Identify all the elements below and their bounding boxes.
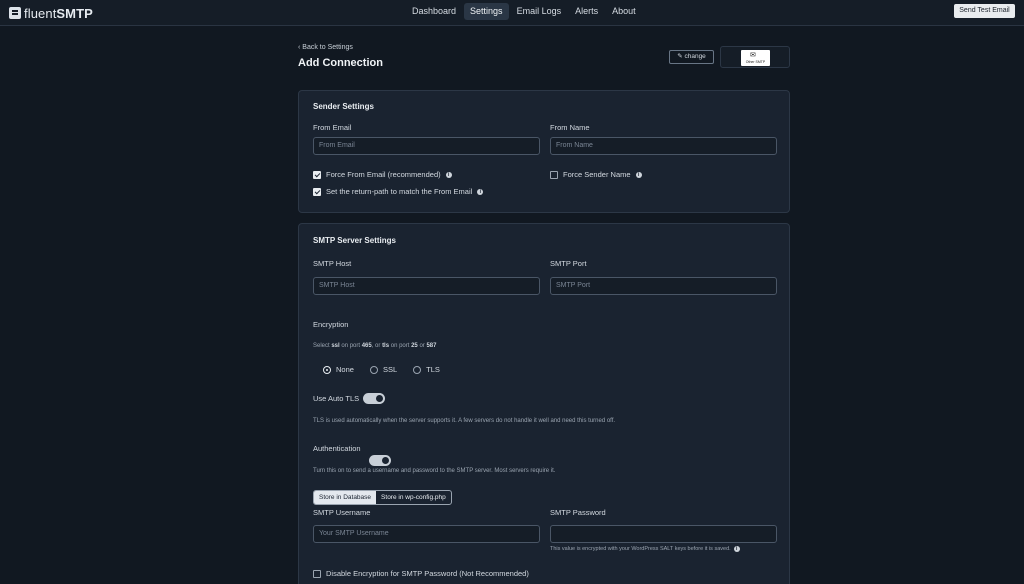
envelope-icon: ✉ [750, 52, 756, 59]
brand-logo[interactable]: fluentSMTP [9, 5, 93, 21]
from-email-input[interactable]: From Email [313, 137, 540, 155]
brand-name: fluentSMTP [24, 5, 93, 21]
encryption-hint: Select ssl on port 465, or tls on port 2… [313, 343, 437, 349]
send-test-email-button[interactable]: Send Test Email [954, 4, 1015, 18]
checkbox-unchecked-icon [313, 569, 321, 578]
checkbox-checked-icon [313, 170, 321, 179]
authentication-toggle[interactable] [369, 455, 391, 466]
info-icon[interactable]: i [635, 171, 642, 178]
top-bar: fluentSMTP Dashboard Settings Email Logs… [0, 0, 1024, 26]
sender-settings-title: Sender Settings [313, 102, 374, 111]
info-icon[interactable]: i [445, 171, 452, 178]
change-label: change [684, 53, 706, 60]
provider-badge: ✉ Other SMTP [720, 46, 790, 68]
radio-label: SSL [382, 365, 398, 374]
smtp-host-input[interactable]: SMTP Host [313, 277, 540, 295]
page-title: Add Connection [298, 57, 383, 69]
checkbox-unchecked-icon [550, 170, 558, 179]
back-link-label: Back to Settings [302, 44, 353, 51]
encryption-tls-radio[interactable]: TLS [413, 365, 440, 374]
back-to-settings-link[interactable]: ‹ Back to Settings [298, 44, 353, 51]
auto-tls-label: Use Auto TLS [313, 394, 360, 403]
radio-label: None [336, 365, 354, 374]
authentication-hint: Turn this on to send a username and pass… [313, 468, 556, 474]
force-sender-name-checkbox[interactable]: Force Sender Name i [550, 170, 642, 179]
smtp-port-label: SMTP Port [550, 259, 587, 268]
from-name-label: From Name [550, 123, 590, 132]
force-from-email-checkbox[interactable]: Force From Email (recommended) i [313, 170, 452, 179]
force-from-email-label: Force From Email (recommended) [326, 170, 441, 179]
password-encryption-note: This value is encrypted with your WordPr… [550, 546, 740, 552]
encryption-radio-group: None SSL TLS [323, 365, 440, 374]
sender-settings-card: Sender Settings From Email From Email Fr… [298, 90, 790, 213]
change-provider-button[interactable]: ✎ change [669, 50, 714, 64]
smtp-port-input[interactable]: SMTP Port [550, 277, 777, 295]
provider-logo-text: Other SMTP [745, 60, 766, 64]
return-path-checkbox[interactable]: Set the return-path to match the From Em… [313, 187, 484, 196]
password-note-text: This value is encrypted with your WordPr… [550, 546, 731, 552]
smtp-settings-title: SMTP Server Settings [313, 236, 396, 245]
auto-tls-hint: TLS is used automatically when the serve… [313, 418, 616, 424]
smtp-username-input[interactable]: Your SMTP Username [313, 525, 540, 543]
authentication-label: Authentication [313, 444, 361, 453]
auto-tls-toggle[interactable] [363, 393, 385, 404]
brand-mark-icon [9, 7, 21, 19]
return-path-label: Set the return-path to match the From Em… [326, 187, 473, 196]
nav-dashboard[interactable]: Dashboard [406, 3, 462, 20]
nav-email-logs[interactable]: Email Logs [511, 3, 568, 20]
smtp-password-label: SMTP Password [550, 508, 606, 517]
main-nav: Dashboard Settings Email Logs Alerts Abo… [406, 3, 642, 20]
nav-about[interactable]: About [606, 3, 642, 20]
radio-unselected-icon [413, 365, 422, 374]
from-email-label: From Email [313, 123, 352, 132]
provider-logo: ✉ Other SMTP [741, 50, 770, 66]
smtp-server-settings-card: SMTP Server Settings SMTP Host SMTP Host… [298, 223, 790, 584]
encryption-none-radio[interactable]: None [323, 365, 354, 374]
from-name-input[interactable]: From Name [550, 137, 777, 155]
checkbox-checked-icon [313, 187, 321, 196]
smtp-username-label: SMTP Username [313, 508, 371, 517]
force-sender-name-label: Force Sender Name [563, 170, 631, 179]
radio-label: TLS [426, 365, 440, 374]
info-icon[interactable]: i [733, 546, 740, 552]
info-icon[interactable]: i [477, 188, 484, 195]
encryption-ssl-radio[interactable]: SSL [369, 365, 398, 374]
nav-settings[interactable]: Settings [464, 3, 509, 20]
disable-encryption-checkbox[interactable]: Disable Encryption for SMTP Password (No… [313, 569, 529, 578]
encryption-label: Encryption [313, 320, 349, 329]
store-in-database-button[interactable]: Store in Database [314, 491, 377, 504]
credential-storage-selector: Store in Database Store in wp-config.php [313, 490, 452, 505]
smtp-host-label: SMTP Host [313, 259, 352, 268]
disable-encryption-label: Disable Encryption for SMTP Password (No… [326, 569, 529, 578]
store-in-wp-config-button[interactable]: Store in wp-config.php [376, 491, 451, 504]
smtp-password-input[interactable] [550, 525, 777, 543]
nav-alerts[interactable]: Alerts [569, 3, 604, 20]
radio-selected-icon [323, 365, 331, 374]
radio-unselected-icon [369, 365, 378, 374]
